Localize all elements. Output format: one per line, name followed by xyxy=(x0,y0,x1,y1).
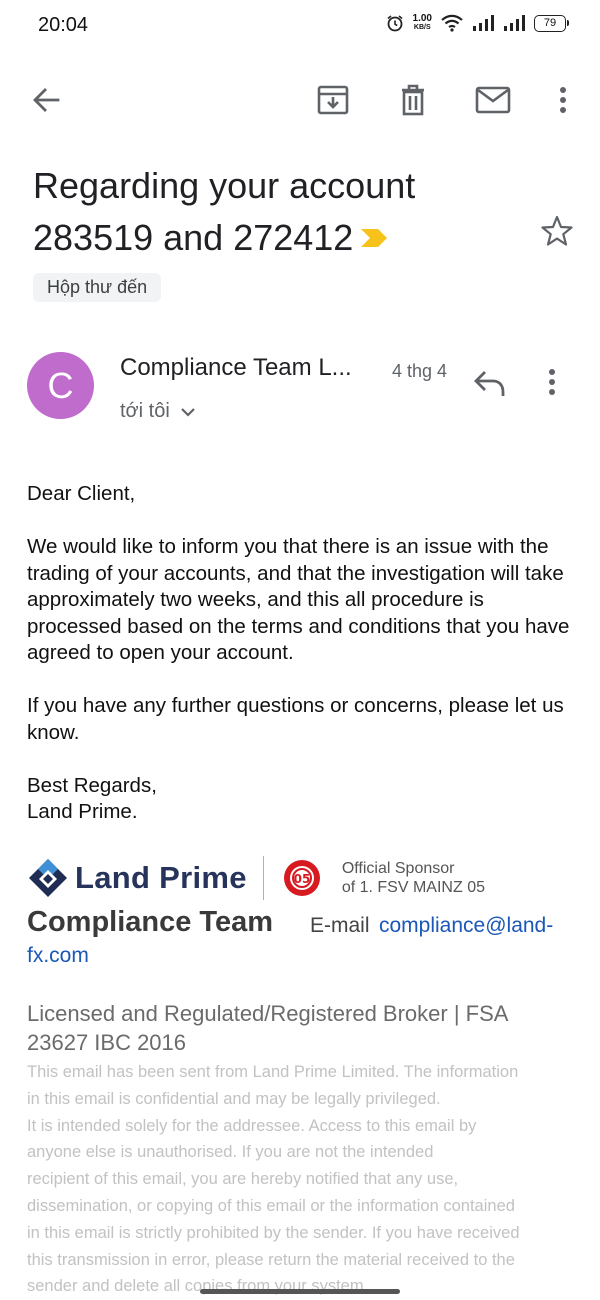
disclaimer-line: this transmission in error, please retur… xyxy=(27,1250,515,1269)
signature-divider xyxy=(262,856,264,900)
reply-button[interactable] xyxy=(472,368,506,403)
back-arrow-icon xyxy=(31,85,61,115)
status-time: 20:04 xyxy=(38,14,89,36)
more-vert-icon xyxy=(559,86,567,114)
sponsor-line-1: Official Sponsor xyxy=(341,860,455,877)
reply-icon xyxy=(472,371,506,402)
disclaimer-line: dissemination, or copying of this email … xyxy=(27,1196,515,1215)
more-vert-icon xyxy=(548,369,556,400)
status-icons: 1.00 KB/S 79 xyxy=(386,14,569,32)
home-indicator[interactable] xyxy=(200,1289,400,1294)
inbox-label-chip[interactable]: Hộp thư đến xyxy=(33,273,162,302)
star-icon[interactable] xyxy=(540,214,574,253)
battery-icon: 79 xyxy=(534,14,569,32)
mail-icon xyxy=(475,86,511,114)
closing: Best Regards, xyxy=(27,773,157,797)
disclaimer-line: It is intended solely for the addressee.… xyxy=(27,1116,477,1135)
email-link[interactable]: compliance@land- xyxy=(379,914,553,938)
signal-icon xyxy=(472,15,494,31)
email-body: Dear Client, We would like to inform you… xyxy=(27,481,577,826)
license-text: Licensed and Regulated/Registered Broker… xyxy=(27,1001,508,1055)
land-prime-brand: Land Prime xyxy=(75,860,247,895)
message-more-button[interactable] xyxy=(548,368,556,401)
land-prime-logo: Land Prime xyxy=(27,857,247,899)
network-speed: 1.00 KB/S xyxy=(413,14,432,32)
avatar[interactable]: C xyxy=(27,352,94,419)
wifi-icon xyxy=(441,14,463,32)
delete-button[interactable] xyxy=(388,70,438,130)
body-paragraph-1: We would like to inform you that there i… xyxy=(27,535,570,664)
chevron-down-icon xyxy=(180,400,196,423)
disclaimer-line: in this email is confidential and may be… xyxy=(27,1089,441,1108)
alarm-icon xyxy=(386,14,404,32)
disclaimer-line: recipient of this email, you are hereby … xyxy=(27,1170,459,1189)
fsv-mainz-emblem-icon: 05 xyxy=(283,860,320,896)
more-options-button[interactable] xyxy=(538,70,588,130)
signal-icon xyxy=(503,15,525,31)
disclaimer-line: in this email is strictly prohibited by … xyxy=(27,1223,520,1242)
email-label: E-mail xyxy=(310,914,370,937)
mark-unread-button[interactable] xyxy=(468,70,518,130)
subject-line-2: 283519 and 272412 xyxy=(33,217,354,258)
sender-name[interactable]: Compliance Team L... xyxy=(120,354,385,382)
back-button[interactable] xyxy=(21,70,71,130)
greeting: Dear Client, xyxy=(27,482,136,505)
disclaimer: This email has been sent from Land Prime… xyxy=(27,1059,577,1300)
signature-logos: Land Prime 05 Official Sponsor of 1. FSV… xyxy=(27,853,527,903)
archive-button[interactable] xyxy=(308,70,358,130)
sent-date: 4 thg 4 xyxy=(392,361,448,381)
mainz-emblem-text: 05 xyxy=(293,872,310,886)
land-prime-emblem-icon xyxy=(29,859,67,897)
subject-line-1: Regarding your account xyxy=(33,165,416,206)
trash-icon xyxy=(399,84,427,116)
recipient-details-toggle[interactable]: tới tôi xyxy=(120,400,196,423)
sponsor-line-2: of 1. FSV MAINZ 05 xyxy=(341,879,485,896)
toolbar xyxy=(0,70,600,130)
importance-marker-icon[interactable] xyxy=(359,211,389,263)
body-paragraph-2: If you have any further questions or con… xyxy=(27,694,564,744)
archive-icon xyxy=(317,84,349,116)
email-link-continued[interactable]: fx.com xyxy=(27,944,89,968)
team-name: Compliance Team xyxy=(27,906,274,938)
status-bar: 20:04 1.00 KB/S 79 xyxy=(0,0,600,52)
closing-name: Land Prime. xyxy=(27,800,138,823)
disclaimer-line: sender and delete all copies from your s… xyxy=(27,1277,369,1296)
disclaimer-line: This email has been sent from Land Prime… xyxy=(27,1063,519,1081)
disclaimer-line: anyone else is unauthorised. If you are … xyxy=(27,1143,434,1162)
email-subject: Regarding your account 283519 and 272412 xyxy=(33,160,533,264)
sponsor-text: Official Sponsor of 1. FSV MAINZ 05 xyxy=(342,859,485,897)
network-speed-value: 1.00 xyxy=(412,13,432,24)
recipient-label: tới tôi xyxy=(120,400,170,422)
network-speed-unit: KB/S xyxy=(413,24,431,31)
